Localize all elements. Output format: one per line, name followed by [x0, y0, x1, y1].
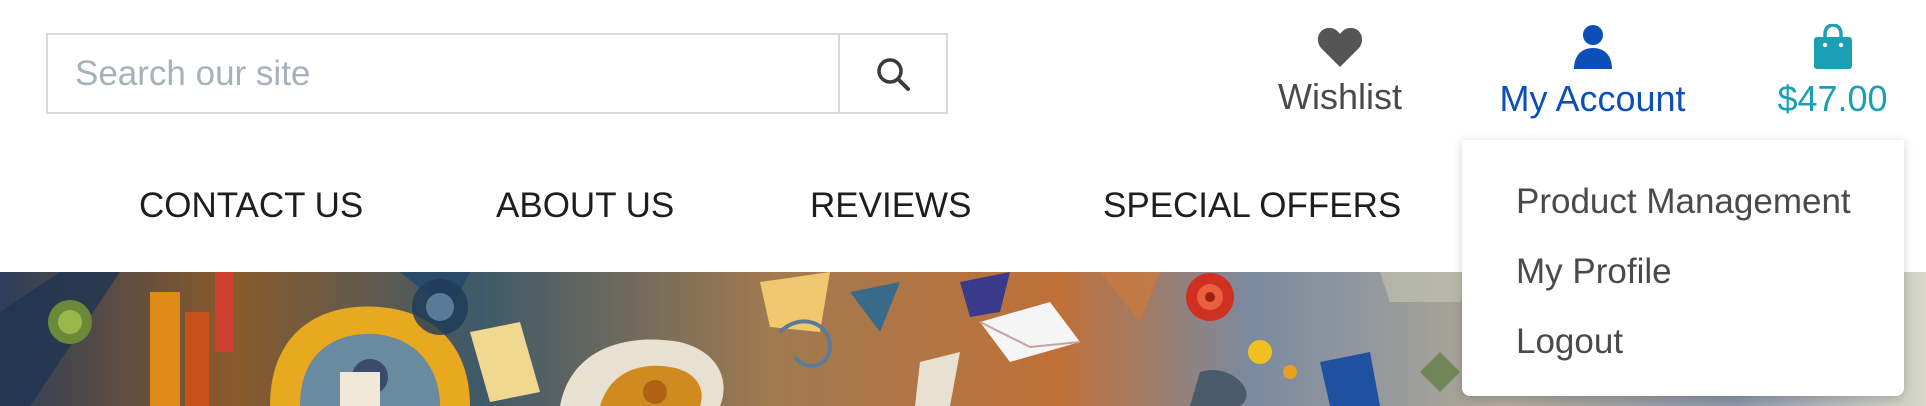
shopping-bag-icon	[1813, 24, 1852, 69]
nav-reviews[interactable]: REVIEWS	[810, 186, 971, 226]
wishlist-label: Wishlist	[1278, 76, 1402, 117]
cart-total: $47.00	[1777, 78, 1888, 119]
user-icon	[1573, 25, 1612, 69]
search-button[interactable]	[838, 35, 946, 112]
nav-special-offers[interactable]: SPECIAL OFFERS	[1103, 186, 1401, 226]
wishlist-link[interactable]: Wishlist	[1275, 26, 1405, 118]
search-input[interactable]	[48, 35, 838, 112]
nav-about-us[interactable]: ABOUT US	[496, 186, 674, 226]
account-dropdown-menu: Product Management My Profile Logout	[1462, 140, 1904, 396]
my-account-label: My Account	[1499, 78, 1686, 119]
my-account-link[interactable]: My Account	[1495, 24, 1690, 120]
search-bar	[46, 33, 948, 114]
menu-item-logout[interactable]: Logout	[1516, 322, 1623, 362]
heart-icon	[1317, 27, 1363, 67]
menu-item-my-profile[interactable]: My Profile	[1516, 252, 1672, 292]
search-icon	[877, 57, 910, 91]
nav-contact-us[interactable]: CONTACT US	[139, 186, 363, 226]
menu-item-product-management[interactable]: Product Management	[1516, 182, 1851, 222]
cart-link[interactable]: $47.00	[1775, 24, 1890, 120]
